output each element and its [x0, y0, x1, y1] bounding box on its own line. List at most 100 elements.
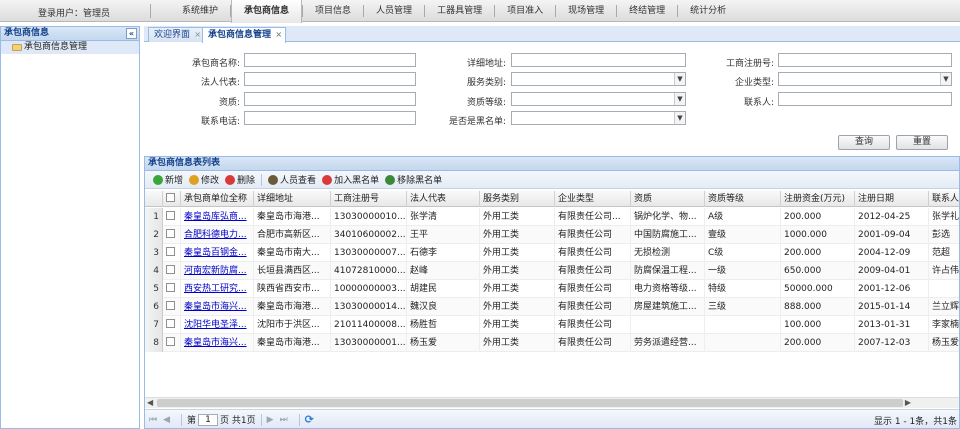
menu-item[interactable]: 现场管理 — [556, 0, 616, 22]
table-row[interactable]: 6 秦皇岛市海兴... 秦皇岛市海港... 13030000014... 魏汉良 外用工类… — [145, 298, 959, 316]
tab-contractor-management[interactable]: 承包商信息管理 × — [202, 27, 287, 43]
menu-item[interactable]: 项目信息 — [303, 0, 363, 22]
column-header[interactable]: 详细地址 — [254, 191, 331, 207]
table-cell — [705, 334, 781, 352]
refresh-icon[interactable]: ⟳ — [305, 413, 314, 426]
table-cell: 200.000 — [781, 244, 855, 262]
row-checkbox[interactable] — [166, 301, 175, 310]
table-row[interactable]: 7 沈阳华电圣泽... 沈阳市于洪区... 21011400008... 杨胜哲 外用工类… — [145, 316, 959, 334]
contractor-name-link[interactable]: 秦皇岛库弘商... — [181, 208, 254, 226]
reset-button[interactable]: 重置 — [896, 135, 948, 150]
menu-item[interactable]: 终结管理 — [617, 0, 677, 22]
close-icon[interactable]: × — [194, 28, 201, 42]
table-cell: 200.000 — [781, 208, 855, 226]
people-button[interactable]: 人员查看 — [268, 173, 316, 186]
legal-rep-label: 法人代表: — [200, 78, 240, 88]
table-row[interactable]: 8 秦皇岛市海兴... 秦皇岛市海港... 13030000001... 杨玉爱 外用工类… — [145, 334, 959, 352]
page-number-input[interactable]: 1 — [198, 413, 219, 426]
table-cell: 有限责任公司 — [555, 262, 631, 280]
horizontal-scrollbar[interactable]: ◀ ▶ — [145, 397, 959, 408]
scroll-thumb[interactable] — [157, 399, 903, 407]
last-page-icon[interactable]: ⏭ — [280, 415, 288, 425]
sidebar-item-contractor-management[interactable]: 承包商信息管理 — [1, 41, 139, 54]
contractor-name-input[interactable] — [244, 53, 416, 67]
scroll-right-icon[interactable]: ▶ — [905, 398, 911, 408]
table-row[interactable]: 2 合肥科德电力... 合肥市高新区... 34010600002... 王平 外用工类有… — [145, 226, 959, 244]
column-header[interactable]: 注册日期 — [855, 191, 929, 207]
table-cell: 有限责任公司 — [555, 316, 631, 334]
address-input[interactable] — [511, 53, 686, 67]
company-type-select[interactable]: ▼ — [778, 72, 952, 86]
first-page-icon[interactable]: ⏮ — [149, 415, 157, 425]
blacklist-select[interactable]: ▼ — [511, 111, 686, 125]
table-cell: A级 — [705, 208, 781, 226]
blacklist-add-button[interactable]: 加入黑名单 — [322, 173, 379, 186]
legal-rep-input[interactable] — [244, 72, 416, 86]
contractor-name-link[interactable]: 秦皇岛百钢金... — [181, 244, 254, 262]
phone-input[interactable] — [244, 111, 416, 125]
contact-input[interactable] — [778, 92, 952, 106]
contractor-name-link[interactable]: 西安热工研究... — [181, 280, 254, 298]
prev-page-icon[interactable]: ◀ — [163, 415, 170, 425]
column-header[interactable]: 资质等级 — [705, 191, 781, 207]
column-header[interactable]: 资质 — [631, 191, 705, 207]
query-button[interactable]: 查询 — [838, 135, 890, 150]
collapse-sidebar-button[interactable]: « — [126, 28, 137, 39]
blacklist-remove-button[interactable]: 移除黑名单 — [385, 173, 442, 186]
sidebar-title: 承包商信息 — [4, 28, 50, 38]
table-row[interactable]: 1 秦皇岛库弘商... 秦皇岛市海港... 13030000010... 张学清 外用工类… — [145, 208, 959, 226]
menu-item[interactable]: 人员管理 — [364, 0, 424, 22]
row-checkbox[interactable] — [166, 211, 175, 220]
row-checkbox[interactable] — [166, 319, 175, 328]
row-checkbox[interactable] — [166, 247, 175, 256]
column-header[interactable]: 承包商单位全称 — [181, 191, 254, 207]
column-header[interactable]: 法人代表 — [407, 191, 480, 207]
table-cell: 锅炉化学、物... — [631, 208, 705, 226]
table-cell: 许占伟 — [929, 262, 959, 280]
contractor-name-link[interactable]: 沈阳华电圣泽... — [181, 316, 254, 334]
contractor-name-link[interactable]: 秦皇岛市海兴... — [181, 298, 254, 316]
contractor-grid-panel: 承包商信息表列表 新增 修改 删除 人员查看 加入黑名单 移除黑名单 承包商单位全称 详细地… — [144, 156, 960, 429]
column-header[interactable]: 工商注册号 — [331, 191, 407, 207]
qual-level-select[interactable]: ▼ — [511, 92, 686, 106]
tab-label: 欢迎界面 — [154, 30, 191, 40]
close-icon[interactable]: × — [275, 28, 282, 42]
service-type-select[interactable]: ▼ — [511, 72, 686, 86]
column-header[interactable]: 联系人 — [929, 191, 959, 207]
contractor-name-link[interactable]: 秦皇岛市海兴... — [181, 334, 254, 352]
tab-welcome[interactable]: 欢迎界面 × — [148, 27, 206, 42]
table-row[interactable]: 4 河南宏新防腐... 长垣县满西区... 41072810000... 赵峰 外用工类有… — [145, 262, 959, 280]
table-cell: 张学礼 — [929, 208, 959, 226]
tab-label: 承包商信息管理 — [208, 30, 272, 40]
menu-item[interactable]: 统计分析 — [678, 0, 738, 22]
table-row[interactable]: 5 西安热工研究... 陕西省西安市... 10000000003... 胡建民 外用工类… — [145, 280, 959, 298]
contractor-name-link[interactable]: 合肥科德电力... — [181, 226, 254, 244]
qualification-input[interactable] — [244, 92, 416, 106]
row-checkbox[interactable] — [166, 265, 175, 274]
table-cell: 13030000007... — [331, 244, 407, 262]
reg-no-input[interactable] — [778, 53, 952, 67]
chevron-down-icon: ▼ — [940, 73, 951, 85]
row-checkbox[interactable] — [166, 337, 175, 346]
edit-button[interactable]: 修改 — [189, 173, 219, 186]
menu-item[interactable]: 系统维护 — [170, 0, 230, 22]
table-cell — [631, 316, 705, 334]
menu-item[interactable]: 项目准入 — [495, 0, 555, 22]
column-header[interactable]: 注册资金(万元) — [781, 191, 855, 207]
row-checkbox[interactable] — [166, 283, 175, 292]
toolbar-button-label: 删除 — [237, 176, 256, 186]
login-user-label: 登录用户：管理员 — [38, 9, 111, 19]
add-button[interactable]: 新增 — [153, 173, 183, 186]
delete-button[interactable]: 删除 — [225, 173, 255, 186]
table-row[interactable]: 3 秦皇岛百钢金... 秦皇岛市南大... 13030000007... 石德李 外用工类… — [145, 244, 959, 262]
column-header[interactable]: 企业类型 — [555, 191, 631, 207]
next-page-icon[interactable]: ▶ — [267, 415, 274, 425]
contractor-name-link[interactable]: 河南宏新防腐... — [181, 262, 254, 280]
scroll-left-icon[interactable]: ◀ — [147, 398, 153, 408]
select-all-checkbox[interactable] — [166, 193, 175, 202]
column-header[interactable]: 服务类别 — [480, 191, 555, 207]
menu-item[interactable]: 工器具管理 — [425, 0, 494, 22]
edit-icon — [189, 174, 200, 185]
row-checkbox[interactable] — [166, 229, 175, 238]
menu-item[interactable]: 承包商信息 — [231, 0, 303, 23]
